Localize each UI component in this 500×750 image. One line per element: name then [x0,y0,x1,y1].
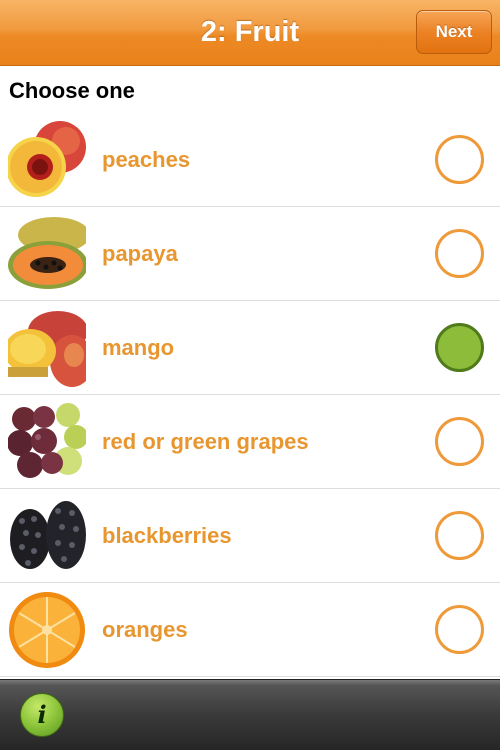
radio-button[interactable] [435,417,484,466]
grapes-image [8,403,86,481]
mango-image [8,309,86,387]
option-label: red or green grapes [102,429,309,454]
list-item[interactable]: papaya [0,207,500,301]
option-label: mango [102,335,175,360]
bottom-toolbar: i [0,679,500,750]
list-item[interactable]: blackberries [0,489,500,583]
radio-button-selected[interactable] [435,323,484,372]
radio-button[interactable] [435,511,484,560]
section-header: Choose one [9,78,135,103]
next-button[interactable]: Next [416,10,492,54]
peach-image [8,121,86,199]
radio-button[interactable] [435,135,484,184]
info-icon[interactable]: i [20,693,64,737]
option-label: papaya [102,241,178,266]
list-item[interactable]: oranges [0,583,500,677]
option-label: oranges [102,617,188,642]
list-item[interactable]: mango [0,301,500,395]
radio-button[interactable] [435,605,484,654]
list-item[interactable]: red or green grapes [0,395,500,489]
option-list: peaches papaya mango red or green grapes… [0,113,500,677]
list-item[interactable]: peaches [0,113,500,207]
navigation-bar: 2: Fruit Next [0,0,500,66]
option-label: blackberries [102,523,232,548]
blackberry-image [8,497,86,575]
orange-image [8,591,86,669]
option-label: peaches [102,147,191,172]
papaya-image [8,215,86,293]
radio-button[interactable] [435,229,484,278]
